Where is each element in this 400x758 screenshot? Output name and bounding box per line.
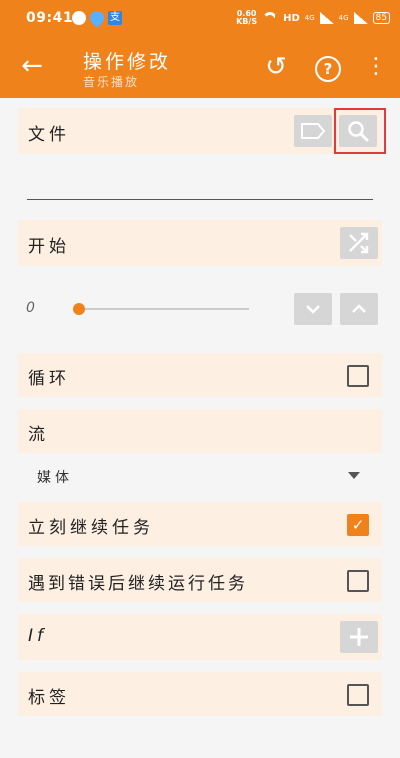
tag-row: 标签 [18,672,382,716]
chevron-down-icon [306,305,320,314]
start-label: 开始 [28,237,70,257]
add-condition-button[interactable] [340,621,378,653]
plus-icon [350,628,368,646]
loop-checkbox[interactable] [347,365,369,387]
tag-checkbox[interactable] [347,684,369,706]
stream-row: 流 [18,409,382,453]
file-label: 文件 [28,125,70,145]
continue-label: 立刻继续任务 [28,518,154,538]
if-label: If [28,626,47,646]
increase-button[interactable] [340,293,378,325]
arrow-left-icon[interactable]: ← [18,52,46,80]
drop-icon [87,8,107,28]
if-row: If [18,614,382,660]
label-tag-icon [301,123,326,139]
help-icon[interactable]: ? [315,56,341,82]
file-input[interactable] [27,199,373,200]
network-speed: 0.60 KB/S [236,9,258,26]
app-bar: ← 操作修改 音乐播放 ↺ ? ⋮ [0,36,400,98]
file-row: 文件 [18,108,382,154]
page-title: 操作修改 [83,51,172,73]
shuffle-icon [349,232,369,254]
slider-thumb[interactable] [73,303,85,315]
start-row: 开始 [18,220,382,266]
search-highlight [334,108,386,154]
loop-row: 循环 [18,353,382,397]
status-time: 09:41 [26,10,74,26]
reset-icon[interactable]: ↺ [262,53,290,81]
more-vert-icon[interactable]: ⋮ [362,53,390,81]
chevron-up-icon [352,304,366,313]
tag-label: 标签 [28,688,70,708]
notification-icon [72,11,86,25]
loop-label: 循环 [28,369,70,389]
start-slider[interactable] [77,308,249,310]
label-tag-button[interactable] [294,115,332,147]
signal-icon [319,12,334,24]
error-continue-row: 遇到错误后继续运行任务 [18,558,382,602]
status-bar: 09:41 支 0.60 KB/S HD 4G 4G 85 [0,0,400,36]
stream-label: 流 [28,425,49,445]
stream-dropdown[interactable]: 媒体 [37,467,73,487]
chevron-down-icon[interactable] [348,472,360,479]
signal-icon-2 [353,12,368,24]
wifi-icon [262,12,279,24]
error-continue-label: 遇到错误后继续运行任务 [28,574,248,594]
continue-checkbox[interactable]: ✓ [347,514,369,536]
net-badge-2: 4G [338,14,349,22]
net-badge-1: 4G [304,14,315,22]
error-continue-checkbox[interactable] [347,570,369,592]
decrease-button[interactable] [294,293,332,325]
continue-row: 立刻继续任务 ✓ [18,502,382,546]
hd-badge: HD [283,12,300,24]
status-right: 0.60 KB/S HD 4G 4G 85 [236,8,390,28]
battery-indicator: 85 [372,12,390,24]
app-icon: 支 [108,11,122,25]
page-subtitle: 音乐播放 [83,75,140,89]
slider-value: 0 [26,300,35,316]
shuffle-button[interactable] [340,227,378,259]
